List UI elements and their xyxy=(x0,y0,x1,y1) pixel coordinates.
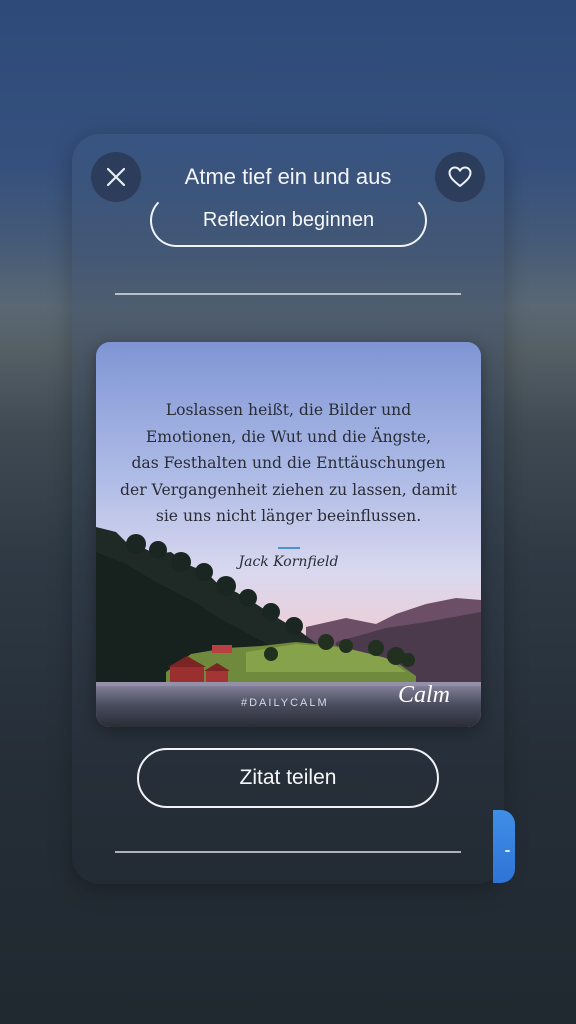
divider xyxy=(115,293,461,295)
heart-icon xyxy=(448,166,472,187)
brand-logo: Calm xyxy=(398,682,451,708)
page-title: Atme tief ein und aus xyxy=(184,164,392,189)
quote-line: Loslassen heißt, die Bilder und xyxy=(165,401,412,419)
quote-author: Jack Kornfield xyxy=(238,554,339,570)
close-icon xyxy=(106,167,126,187)
side-edge-tab[interactable] xyxy=(493,810,515,883)
favorite-button[interactable] xyxy=(435,152,485,202)
close-button[interactable] xyxy=(91,152,141,202)
start-reflection-button[interactable]: Reflexion beginnen xyxy=(150,194,427,247)
quote-line: Emotionen, die Wut und die Ängste, xyxy=(145,427,432,446)
quote-line: das Festhalten und die Enttäuschungen xyxy=(131,454,446,472)
quote-text: Loslassen heißt, die Bilder und Emotione… xyxy=(110,397,467,530)
quote-card: Loslassen heißt, die Bilder und Emotione… xyxy=(96,342,481,727)
quote-line: der Vergangenheit ziehen zu lassen, dami… xyxy=(120,480,457,499)
quote-line: sie uns nicht länger beeinflussen. xyxy=(155,507,422,525)
share-quote-button[interactable]: Zitat teilen xyxy=(137,748,439,808)
quote-divider xyxy=(278,547,300,549)
hashtag: #DAILYCALM xyxy=(241,697,329,709)
edge-tab-mark xyxy=(505,850,510,852)
divider xyxy=(115,851,461,853)
